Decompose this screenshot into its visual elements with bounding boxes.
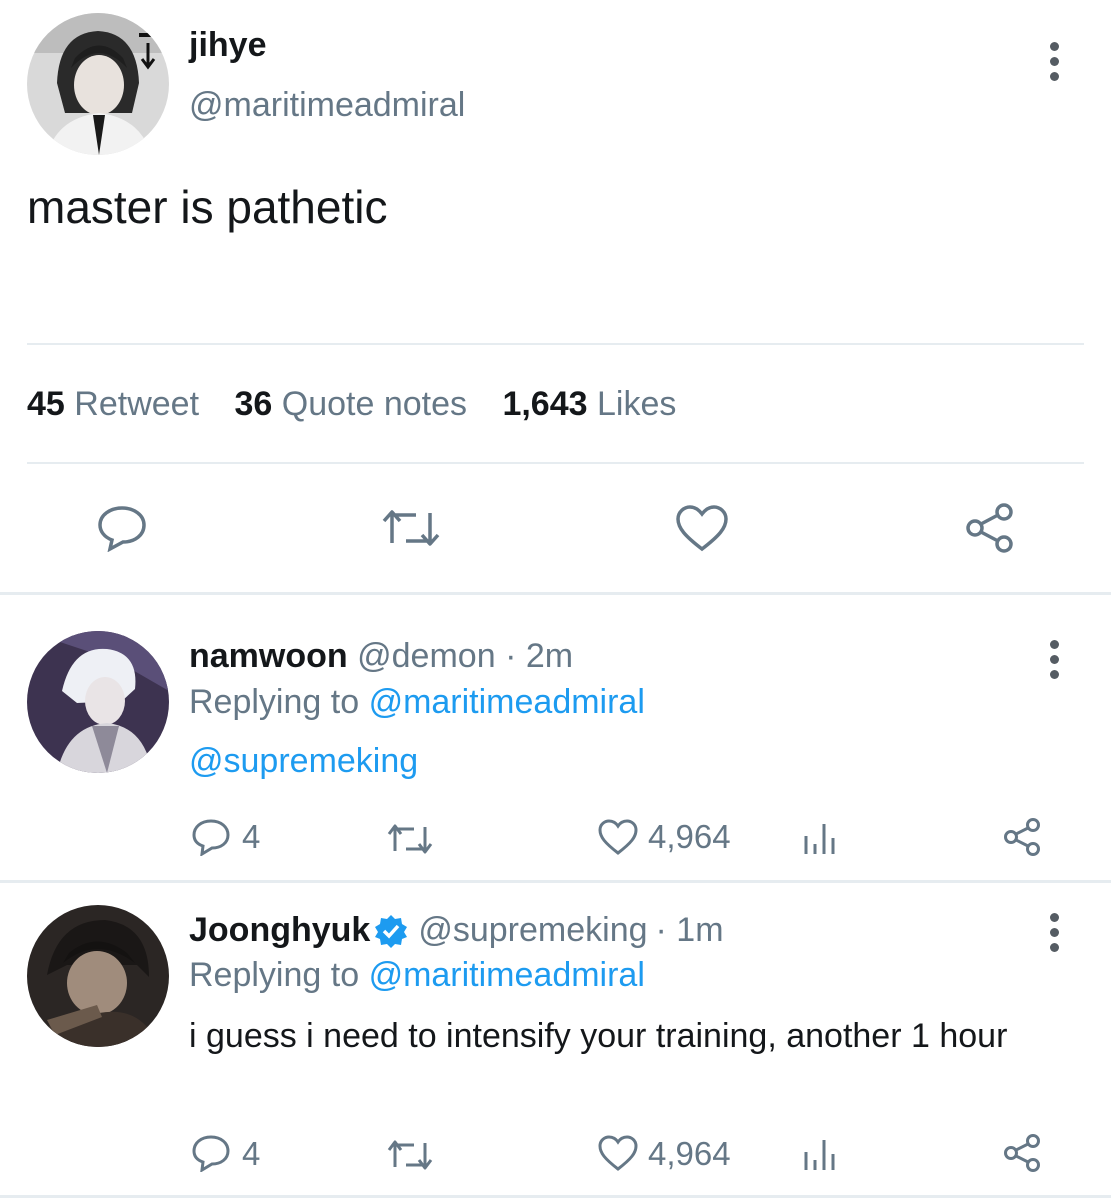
tweet-text: master is pathetic — [27, 181, 388, 233]
section-divider — [0, 592, 1111, 595]
reply-header: namwoon @demon · 2m — [189, 637, 573, 676]
tweet-text-mention[interactable]: @supremeking — [189, 742, 418, 781]
retweet-icon[interactable] — [380, 507, 442, 549]
handle[interactable]: @supremeking — [418, 911, 647, 950]
likes-count: 1,643 — [502, 385, 588, 423]
likes-label: Likes — [597, 385, 677, 423]
avatar[interactable] — [27, 13, 169, 155]
quote-label: Quote notes — [281, 385, 467, 423]
likes-stat[interactable]: 1,643 Likes — [502, 385, 676, 423]
replying-to-link[interactable]: @maritimeadmiral — [369, 956, 645, 994]
handle[interactable]: @demon — [357, 637, 495, 675]
reply-icon[interactable] — [96, 504, 148, 552]
heart-icon[interactable] — [597, 1134, 639, 1172]
tweet-text: i guess i need to intensify your trainin… — [189, 1017, 1008, 1055]
quote-stat[interactable]: 36 Quote notes — [234, 385, 476, 423]
heart-icon[interactable] — [597, 818, 639, 856]
analytics-icon[interactable] — [803, 820, 837, 856]
like-count: 4,964 — [648, 1135, 731, 1172]
like-count: 4,964 — [648, 818, 731, 855]
heart-icon[interactable] — [675, 504, 729, 552]
timestamp[interactable]: · 2m — [505, 637, 573, 675]
replying-to: Replying to @maritimeadmiral — [189, 956, 645, 995]
retweet-stat[interactable]: 45 Retweet — [27, 385, 208, 423]
avatar[interactable] — [27, 631, 169, 773]
replying-label: Replying to — [189, 683, 360, 721]
replying-label: Replying to — [189, 956, 360, 994]
reply-icon[interactable] — [191, 818, 231, 856]
share-icon[interactable] — [1002, 1133, 1044, 1173]
verified-badge-icon — [374, 914, 408, 948]
display-name[interactable]: namwoon — [189, 637, 348, 675]
display-name[interactable]: jihye — [189, 26, 266, 65]
quote-count: 36 — [234, 385, 273, 423]
avatar[interactable] — [27, 905, 169, 1047]
replying-to-link[interactable]: @maritimeadmiral — [369, 683, 645, 721]
divider — [27, 343, 1084, 345]
divider — [27, 462, 1084, 464]
analytics-icon[interactable] — [803, 1136, 837, 1172]
section-divider — [0, 880, 1111, 883]
retweet-count: 45 — [27, 385, 65, 423]
share-icon[interactable] — [1002, 817, 1044, 857]
more-vertical-icon[interactable] — [1047, 42, 1061, 87]
reply-count: 4 — [242, 818, 261, 855]
more-vertical-icon[interactable] — [1047, 913, 1061, 958]
share-icon[interactable] — [964, 502, 1018, 554]
tweet-stats: 45 Retweet 36 Quote notes 1,643 Likes — [27, 385, 676, 424]
retweet-label: Retweet — [74, 385, 200, 423]
retweet-icon[interactable] — [385, 1138, 435, 1172]
section-divider — [0, 1195, 1111, 1198]
timestamp[interactable]: · 1m — [656, 911, 724, 950]
reply-header: Joonghyuk @supremeking · 1m — [189, 911, 724, 950]
retweet-icon[interactable] — [385, 822, 435, 856]
display-name[interactable]: Joonghyuk — [189, 911, 370, 950]
replying-to: Replying to @maritimeadmiral — [189, 683, 645, 722]
reply-icon[interactable] — [191, 1134, 231, 1172]
more-vertical-icon[interactable] — [1047, 640, 1061, 685]
handle[interactable]: @maritimeadmiral — [189, 86, 465, 125]
reply-count: 4 — [242, 1135, 261, 1172]
